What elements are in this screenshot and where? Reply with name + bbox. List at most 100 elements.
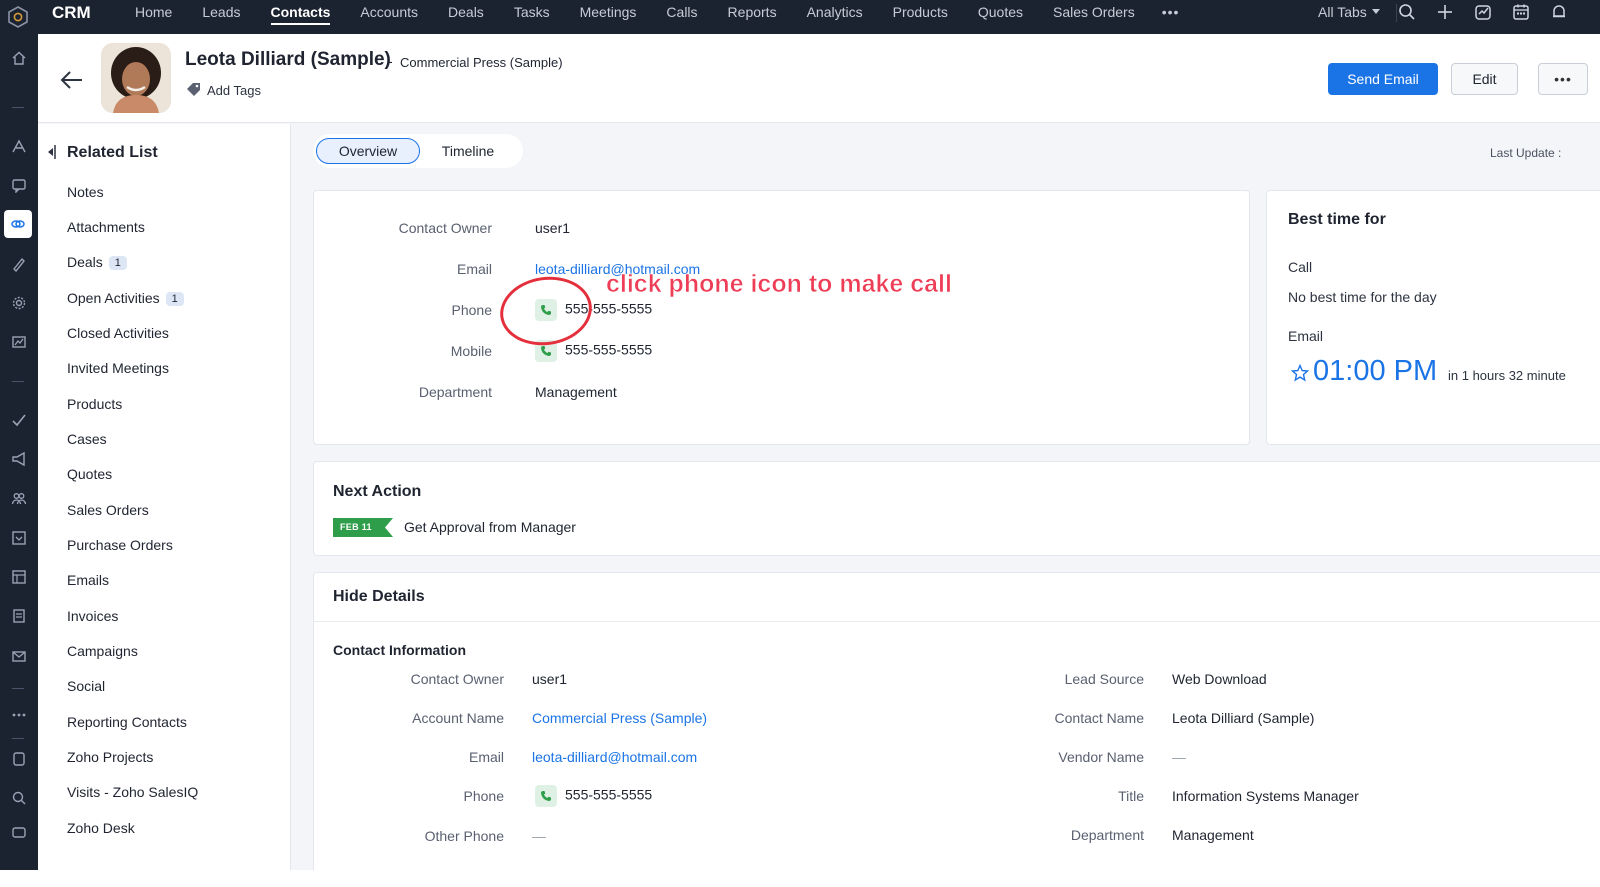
tag-icon[interactable] [186, 82, 201, 97]
nav-quotes[interactable]: Quotes [963, 0, 1038, 34]
mail-icon[interactable] [7, 644, 31, 668]
detail-value: user1 [532, 671, 568, 687]
tab-timeline[interactable]: Timeline [426, 138, 510, 164]
chart-icon[interactable] [7, 330, 31, 354]
tab-overview[interactable]: Overview [316, 138, 420, 164]
nav-contacts[interactable]: Contacts [256, 0, 346, 34]
best-time-email-label: Email [1288, 328, 1324, 344]
more-actions-button[interactable]: ••• [1538, 63, 1588, 95]
record-header: Leota Dilliard (Sample) - Commercial Pre… [38, 34, 1600, 123]
rail-divider [12, 107, 24, 108]
detail-email-link[interactable]: leota-dilliard@hotmail.com [532, 749, 697, 765]
gear-icon[interactable] [7, 291, 31, 315]
related-item-zoho-desk[interactable]: Zoho Desk [67, 820, 135, 836]
chat-icon[interactable] [7, 173, 31, 197]
edit-button[interactable]: Edit [1451, 63, 1518, 95]
detail-label: Department [1070, 827, 1144, 843]
nav-products[interactable]: Products [878, 0, 963, 34]
home-icon[interactable] [7, 46, 31, 70]
add-tags-link[interactable]: Add Tags [207, 83, 261, 98]
activity-icon[interactable] [1474, 3, 1492, 21]
edit-doc-icon[interactable] [7, 252, 31, 276]
phone-label: Phone [451, 302, 492, 318]
next-action-card: Next Action FEB 11 Get Approval from Man… [313, 461, 1600, 556]
inbox-icon[interactable] [7, 526, 31, 550]
calendar-icon[interactable] [1512, 3, 1530, 21]
next-action-title: Next Action [333, 483, 422, 500]
mobile-number[interactable]: 555-555-5555 [565, 342, 652, 358]
related-item-deals[interactable]: Deals 1 [67, 254, 127, 270]
plus-icon[interactable] [1436, 3, 1454, 21]
nav-more-button[interactable]: ••• [1150, 0, 1192, 34]
related-item-emails[interactable]: Emails [67, 572, 109, 588]
search-records-icon[interactable] [7, 786, 31, 810]
nav-tasks[interactable]: Tasks [499, 0, 565, 34]
megaphone-icon[interactable] [7, 447, 31, 471]
related-item-attachments[interactable]: Attachments [67, 219, 145, 235]
related-item-quotes[interactable]: Quotes [67, 466, 112, 482]
search-icon[interactable] [1398, 3, 1416, 21]
collapse-panel-icon[interactable] [44, 144, 56, 160]
related-item-closed-activities[interactable]: Closed Activities [67, 325, 169, 341]
department-value: Management [535, 384, 617, 400]
contact-owner-value: user1 [535, 220, 571, 236]
nav-calls[interactable]: Calls [651, 0, 712, 34]
avatar[interactable] [101, 43, 171, 113]
nav-leads[interactable]: Leads [187, 0, 255, 34]
nav-deals[interactable]: Deals [433, 0, 499, 34]
hide-details-toggle[interactable]: Hide Details [333, 588, 425, 606]
related-item-purchase-orders[interactable]: Purchase Orders [67, 537, 173, 553]
table-icon[interactable] [7, 565, 31, 589]
related-item-social[interactable]: Social [67, 678, 105, 694]
notebook-icon[interactable] [7, 747, 31, 771]
document-icon[interactable] [7, 604, 31, 628]
detail-value: Leota Dilliard (Sample) [1172, 710, 1315, 726]
detail-label: Contact Name [1054, 710, 1144, 726]
record-account-name[interactable]: Commercial Press (Sample) [400, 55, 563, 70]
back-arrow-icon[interactable] [60, 70, 84, 90]
top-nav-bar: CRM Home Leads Contacts Accounts Deals T… [0, 0, 1600, 34]
related-item-notes[interactable]: Notes [67, 184, 104, 200]
all-tabs-dropdown[interactable]: All Tabs [1318, 0, 1380, 24]
people-icon[interactable] [7, 486, 31, 510]
nav-home[interactable]: Home [120, 0, 187, 34]
next-action-date: FEB 11 [340, 522, 372, 532]
related-item-campaigns[interactable]: Campaigns [67, 643, 138, 659]
last-update-label: Last Update : [1490, 146, 1562, 160]
related-item-visits-salesiq[interactable]: Visits - Zoho SalesIQ [67, 784, 198, 800]
more-apps-icon[interactable] [7, 703, 31, 727]
crm-logo-icon[interactable] [6, 5, 30, 29]
detail-label: Account Name [412, 710, 504, 726]
nav-accounts[interactable]: Accounts [345, 0, 433, 34]
send-email-button[interactable]: Send Email [1328, 63, 1438, 95]
view-tabs: Overview Timeline [313, 134, 523, 168]
best-email-time: 01:00 PM [1313, 355, 1438, 387]
detail-phone-field: 555-555-5555 [535, 785, 652, 807]
nav-sales-orders[interactable]: Sales Orders [1038, 0, 1150, 34]
related-item-products[interactable]: Products [67, 396, 122, 412]
detail-value: — [532, 828, 546, 844]
contacts-link-icon[interactable] [4, 210, 32, 238]
related-item-zoho-projects[interactable]: Zoho Projects [67, 749, 153, 765]
sales-icon[interactable] [7, 134, 31, 158]
bell-icon[interactable] [1550, 3, 1568, 21]
best-time-call-label: Call [1288, 259, 1313, 275]
nav-reports[interactable]: Reports [713, 0, 792, 34]
check-icon[interactable] [7, 408, 31, 432]
left-icon-rail [0, 34, 38, 870]
storage-icon[interactable] [7, 820, 31, 844]
related-item-reporting-contacts[interactable]: Reporting Contacts [67, 714, 187, 730]
best-time-card: Best time for Call No best time for the … [1266, 190, 1600, 445]
phone-call-icon[interactable] [535, 785, 557, 807]
related-item-cases[interactable]: Cases [67, 431, 107, 447]
nav-meetings[interactable]: Meetings [565, 0, 652, 34]
related-item-invited-meetings[interactable]: Invited Meetings [67, 360, 169, 376]
related-item-invoices[interactable]: Invoices [67, 608, 118, 624]
related-item-sales-orders[interactable]: Sales Orders [67, 502, 149, 518]
next-action-task[interactable]: Get Approval from Manager [404, 519, 576, 535]
contact-information-heading: Contact Information [333, 642, 466, 658]
nav-analytics[interactable]: Analytics [792, 0, 878, 34]
detail-phone-number[interactable]: 555-555-5555 [565, 787, 652, 803]
related-item-open-activities[interactable]: Open Activities 1 [67, 290, 184, 306]
account-name-link[interactable]: Commercial Press (Sample) [532, 710, 707, 726]
